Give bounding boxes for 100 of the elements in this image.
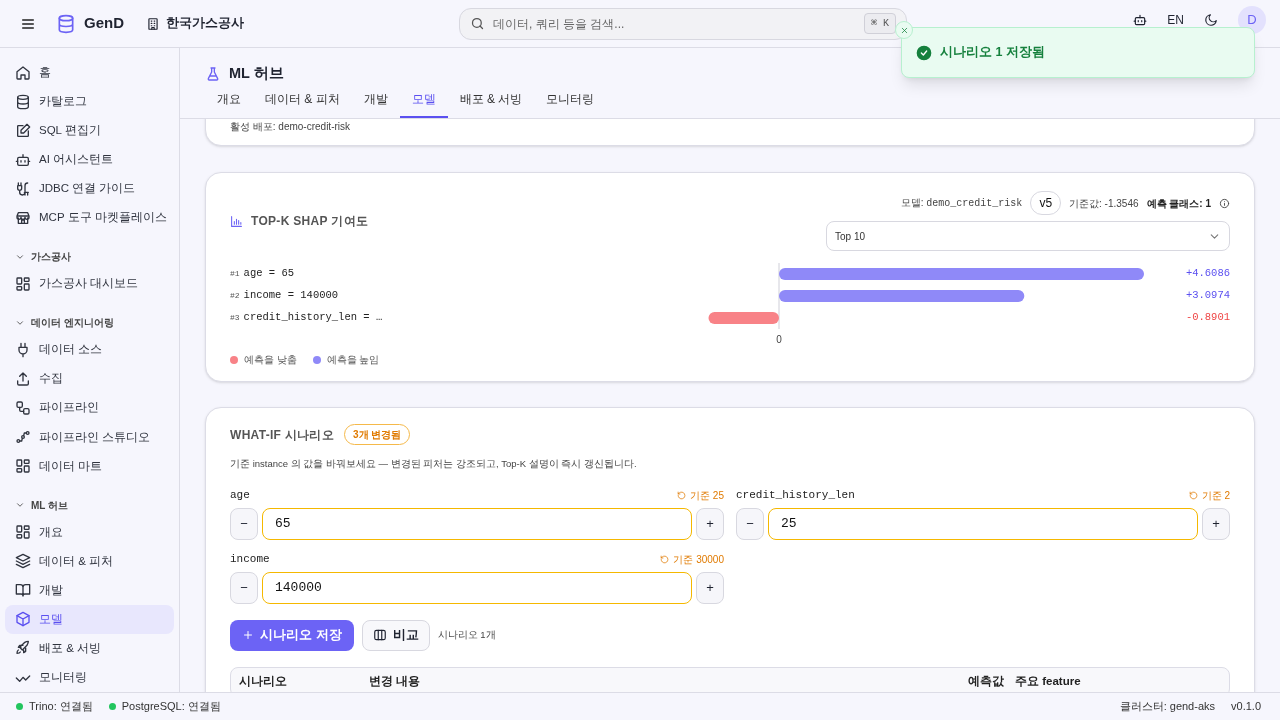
sidebar-item[interactable]: JDBC 연결 가이드 — [5, 174, 174, 204]
number-input[interactable]: 140000 — [262, 571, 692, 604]
sidebar-item[interactable]: MCP 도구 마켓플레이스 — [5, 203, 174, 233]
search-icon — [470, 16, 485, 31]
sidebar-item[interactable]: 데이터 & 피처 — [5, 546, 174, 576]
value-label: -0.8901 — [1185, 310, 1230, 326]
home-icon — [15, 64, 31, 81]
rank-label: #2 — [230, 290, 240, 302]
sidebar-item[interactable]: 수집 — [5, 364, 174, 394]
search-placeholder: 데이터, 쿼리 등을 검색... — [493, 15, 626, 33]
increment-button[interactable]: + — [696, 507, 724, 540]
robot-icon — [1133, 12, 1148, 27]
decrement-button[interactable]: − — [736, 507, 764, 540]
section-title: WHAT-IF 시나리오 — [230, 426, 335, 444]
sidebar-item[interactable]: AI 어시스턴트 — [5, 145, 174, 175]
language-toggle[interactable]: EN — [1167, 13, 1184, 26]
store-icon — [15, 209, 31, 226]
flask-icon — [205, 66, 221, 82]
feature-label: credit_history_len = … — [243, 310, 383, 326]
toast-message: 시나리오 1 저장됨 — [940, 44, 1045, 62]
tab[interactable]: 개요 — [205, 90, 253, 118]
book-icon — [15, 582, 31, 599]
zero-tick-label: 0 — [776, 334, 782, 345]
database-icon — [56, 13, 76, 34]
section-header[interactable]: 데이터 엔지니어링 — [5, 310, 174, 336]
column-header: 변경 내용 — [369, 673, 422, 689]
sidebar-item[interactable]: 모델 — [5, 604, 174, 634]
sidebar-item[interactable]: SQL 편집기 — [5, 116, 174, 146]
decrement-button[interactable]: − — [230, 507, 258, 540]
layers-icon — [15, 553, 31, 570]
sidebar-item[interactable]: 파이프라인 스튜디오 — [5, 422, 174, 452]
sidebar-item[interactable]: 배포 & 서빙 — [5, 633, 174, 663]
decrement-button[interactable]: − — [230, 571, 258, 604]
sidebar-item[interactable]: 개요 — [5, 517, 174, 547]
shortcut-key: ⌘ K — [863, 13, 896, 34]
increment-button[interactable]: + — [1202, 507, 1230, 540]
baseline-value: 기준값: -1.3546 — [1069, 196, 1139, 211]
nodes-icon — [15, 429, 31, 446]
bar-chart-icon — [230, 214, 243, 228]
tab[interactable]: 배포 & 서빙 — [447, 90, 535, 118]
rocket-icon — [15, 640, 31, 657]
user-avatar[interactable]: D — [1238, 5, 1266, 34]
save-scenario-button[interactable]: 시나리오 저장 — [230, 619, 354, 651]
model-name: 모델: demo_credit_risk — [900, 196, 1023, 211]
number-input[interactable]: 25 — [768, 507, 1198, 540]
connection-status: Trino: 연결됨 — [29, 699, 93, 715]
predicted-class: 예측 클래스: 1 — [1146, 196, 1211, 211]
building-icon — [146, 16, 160, 31]
field-label: income — [230, 552, 270, 568]
reset-icon — [660, 555, 670, 564]
legend-label: 예측을 높임 — [326, 353, 380, 367]
info-icon — [1219, 197, 1230, 209]
brand-name: GenD — [84, 13, 124, 34]
upload-icon — [15, 371, 31, 388]
plug-icon — [15, 342, 31, 359]
sidebar-item[interactable]: 모니터링 — [5, 663, 174, 692]
sidebar-item[interactable]: 개발 — [5, 575, 174, 605]
column-header: 주요 feature — [1015, 673, 1082, 689]
legend-label: 예측을 낮춤 — [244, 353, 297, 367]
tab[interactable]: 개발 — [351, 90, 400, 118]
app-version: v0.1.0 — [1231, 699, 1261, 715]
rank-label: #1 — [230, 268, 240, 280]
field-label: age — [230, 488, 250, 504]
edit-icon — [15, 122, 31, 139]
tab[interactable]: 모니터링 — [534, 90, 607, 118]
sidebar-item[interactable]: 가스공사 대시보드 — [5, 269, 174, 299]
grid-icon — [15, 275, 31, 292]
feature-label: income = 140000 — [243, 288, 339, 304]
deployment-text: 활성 배포: demo-credit-risk — [230, 121, 350, 132]
column-header: 시나리오 — [239, 673, 288, 689]
section-header[interactable]: 가스공사 — [5, 244, 174, 270]
grid-icon — [15, 524, 31, 541]
cable-icon — [15, 180, 31, 197]
feature-label: age = 65 — [243, 266, 295, 282]
sidebar-item[interactable]: 홈 — [5, 58, 174, 88]
database-icon — [15, 93, 31, 110]
close-icon — [899, 25, 909, 35]
workflow-icon — [15, 400, 31, 417]
sidebar-item[interactable]: 파이프라인 — [5, 393, 174, 423]
zero-axis-line — [778, 263, 780, 330]
section-header[interactable]: ML 허브 — [5, 492, 174, 518]
search-field[interactable]: 데이터, 쿼리 등을 검색... ⌘ K — [459, 7, 907, 40]
page-title: ML 허브 — [229, 64, 284, 84]
grid-icon — [15, 458, 31, 475]
cluster-name: 클러스터: gend-aks — [1119, 699, 1216, 715]
top-k-dropdown[interactable]: Top 10 — [826, 221, 1230, 251]
reset-icon — [677, 491, 687, 500]
sidebar-item[interactable]: 데이터 소스 — [5, 335, 174, 365]
number-input[interactable]: 65 — [262, 507, 692, 540]
columns-icon — [372, 628, 387, 642]
shap-bar — [708, 312, 779, 324]
sidebar-item[interactable]: 데이터 마트 — [5, 451, 174, 481]
compare-button[interactable]: 비교 — [361, 619, 430, 651]
robot-icon — [15, 151, 31, 168]
increment-button[interactable]: + — [696, 571, 724, 604]
tab[interactable]: 데이터 & 피처 — [253, 90, 352, 118]
cube-icon — [15, 611, 31, 628]
column-header: 예측값 — [968, 673, 1005, 689]
sidebar-item[interactable]: 카탈로그 — [5, 87, 174, 117]
section-title: TOP-K SHAP 기여도 — [251, 213, 369, 230]
